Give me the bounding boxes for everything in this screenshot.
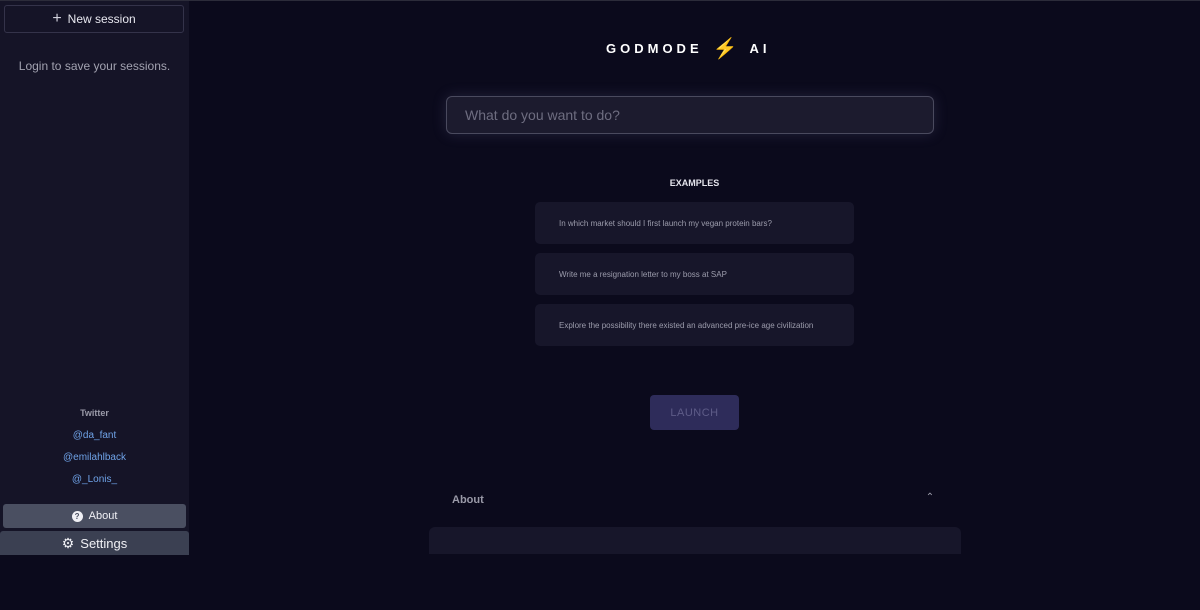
example-text: Write me a resignation letter to my boss… <box>559 269 727 279</box>
example-text: Explore the possibility there existed an… <box>559 320 814 330</box>
prompt-input[interactable] <box>446 96 934 134</box>
example-text: In which market should I first launch my… <box>559 218 772 228</box>
sidebar: + New session Login to save your session… <box>0 1 189 555</box>
about-section-title[interactable]: About <box>452 494 484 506</box>
examples-heading: EXAMPLES <box>669 178 720 188</box>
about-button[interactable]: ? About <box>3 504 186 528</box>
chevron-up-icon[interactable]: ⌃ <box>925 492 935 503</box>
example-card[interactable]: Write me a resignation letter to my boss… <box>535 253 854 295</box>
new-session-label: New session <box>67 12 136 26</box>
about-panel <box>429 527 961 554</box>
example-card[interactable]: In which market should I first launch my… <box>535 202 854 244</box>
new-session-button[interactable]: + New session <box>4 5 184 33</box>
twitter-link-lonis[interactable]: @_Lonis_ <box>0 474 189 485</box>
plus-icon: + <box>52 9 62 27</box>
brand-text-left: GODMODE <box>606 40 703 56</box>
twitter-link-emilahlback[interactable]: @emilahlback <box>0 452 189 463</box>
about-button-label: About <box>88 510 118 522</box>
settings-button[interactable]: ⚙ Settings <box>0 531 189 555</box>
gear-icon: ⚙ <box>61 534 75 551</box>
question-circle-icon: ? <box>71 510 83 522</box>
launch-button[interactable]: LAUNCH <box>650 395 739 430</box>
brand-logo: GODMODE ⚡ AI <box>606 36 771 60</box>
example-card[interactable]: Explore the possibility there existed an… <box>535 304 854 346</box>
login-note: Login to save your sessions. <box>18 59 171 73</box>
twitter-heading: Twitter <box>80 408 109 418</box>
brand-text-right: AI <box>749 40 771 56</box>
settings-button-label: Settings <box>80 535 128 551</box>
lightning-bolt-icon: ⚡ <box>712 37 738 60</box>
twitter-link-da-fant[interactable]: @da_fant <box>0 430 189 441</box>
